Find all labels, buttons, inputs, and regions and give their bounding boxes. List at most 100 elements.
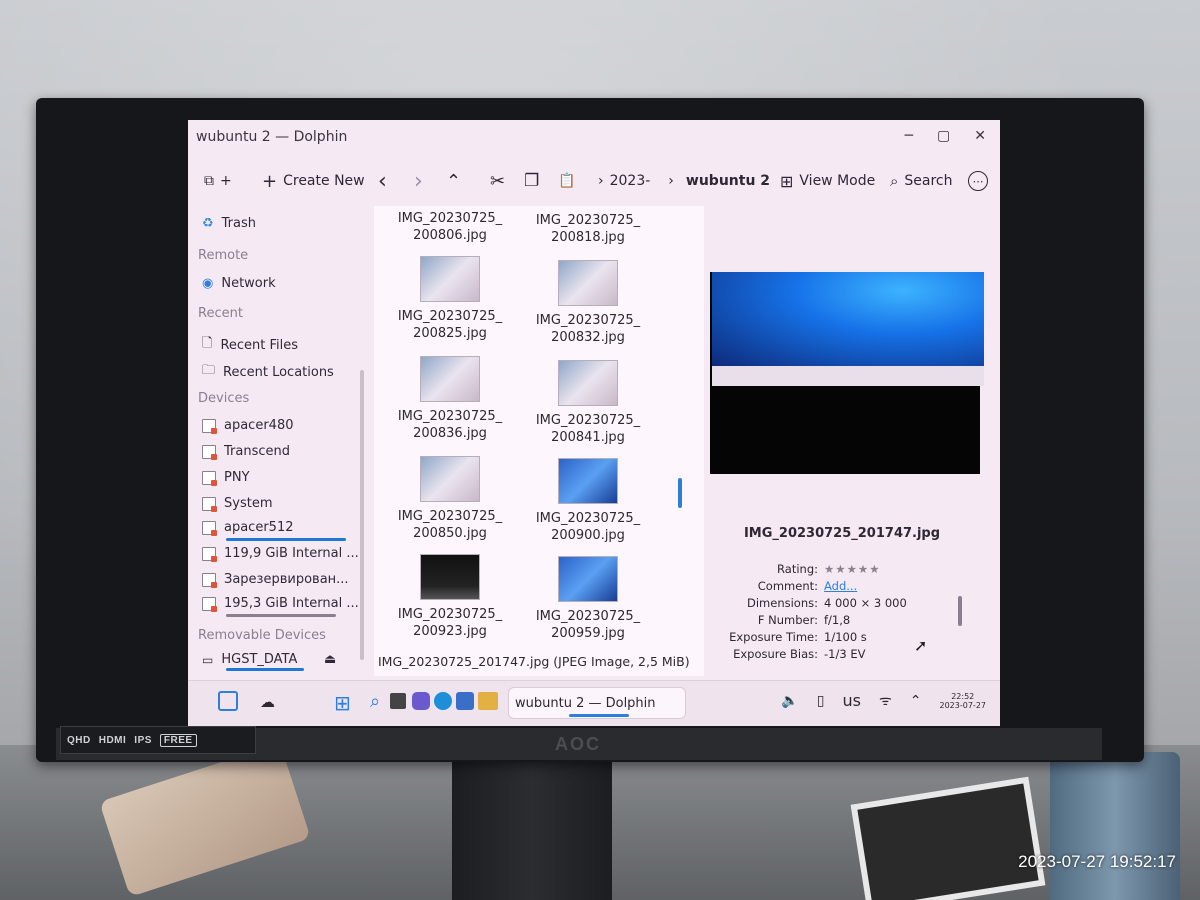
image-preview <box>710 272 984 474</box>
file-name-line2: 200818.jpg <box>551 230 625 245</box>
file-name-line1: IMG_20230725_ <box>397 409 503 424</box>
meta-exposure-time: Exposure Time: 1/100 s <box>704 630 980 644</box>
sidebar-item-label: Зарезервирован... <box>224 572 349 587</box>
sidebar-item-recent-locations[interactable]: 🗀 Recent Locations <box>202 361 334 383</box>
file-item[interactable]: IMG_20230725_ 200841.jpg <box>518 360 658 446</box>
taskbar-window-button[interactable]: wubuntu 2 — Dolphin <box>508 687 686 719</box>
file-name-line1: IMG_20230725_ <box>535 313 641 328</box>
file-item[interactable]: IMG_20230725_ 200850.jpg <box>380 456 520 542</box>
info-panel-scrollbar[interactable] <box>958 596 962 626</box>
eject-icon[interactable]: ⏏ <box>324 652 336 667</box>
volume-icon[interactable]: 🔈 <box>781 693 798 709</box>
sidebar-item-device[interactable]: System <box>202 496 272 512</box>
file-item[interactable]: IMG_20230725_ 200818.jpg <box>518 212 658 246</box>
task-view-icon[interactable] <box>390 693 406 709</box>
badge-hdmi: HDMI <box>98 734 127 746</box>
file-item[interactable]: IMG_20230725_ 200836.jpg <box>380 356 520 442</box>
sidebar-item-device[interactable]: apacer480 <box>202 418 294 434</box>
sidebar-item-label: Recent Locations <box>223 364 334 380</box>
close-button[interactable]: ✕ <box>974 128 986 144</box>
cloud-help-icon[interactable]: ☁ <box>260 693 275 711</box>
sidebar-item-device[interactable]: apacer512 <box>202 520 294 536</box>
paste-button[interactable]: 📋 <box>558 173 575 189</box>
drive-icon <box>202 470 217 486</box>
sidebar-item-label: apacer512 <box>224 520 294 535</box>
meta-value: 4 000 × 3 000 <box>824 596 907 610</box>
sidebar-item-removable[interactable]: ▭ HGST_DATA <box>202 652 297 667</box>
badge-ips: IPS <box>134 734 152 746</box>
grid-icon: ⊞ <box>780 171 794 191</box>
recent-files-icon: 🗋 <box>202 336 213 351</box>
file-item[interactable]: IMG_20230725_ 200923.jpg <box>380 554 520 640</box>
file-item[interactable]: IMG_20230725_ 200900.jpg <box>518 458 658 544</box>
clock[interactable]: 22:52 2023-07-27 <box>940 692 987 710</box>
file-name-line1: IMG_20230725_ <box>535 609 641 624</box>
file-item[interactable]: IMG_20230725_ 200806.jpg <box>380 210 520 244</box>
start-menu-icon[interactable]: ⊞ <box>334 691 351 715</box>
minimize-button[interactable]: ─ <box>905 128 913 144</box>
up-button[interactable]: ⌃ <box>446 171 461 192</box>
monitor-stand <box>452 760 612 900</box>
file-manager-icon[interactable] <box>478 692 498 710</box>
sidebar-item-recent-files[interactable]: 🗋 Recent Files <box>202 334 298 356</box>
wifi-icon[interactable]: ᯤ <box>879 691 892 710</box>
file-item[interactable]: IMG_20230725_ 200959.jpg <box>518 556 658 642</box>
file-name-line1: IMG_20230725_ <box>397 211 503 226</box>
back-button[interactable]: ‹ <box>378 169 387 194</box>
sidebar-item-device[interactable]: Зарезервирован... <box>202 572 349 588</box>
copy-button[interactable]: ❐ <box>524 171 539 191</box>
file-name-line2: 200959.jpg <box>551 626 625 641</box>
photo-timestamp: 2023-07-27 19:52:17 <box>1018 852 1176 871</box>
rating-stars-icon[interactable]: ★★★★★ <box>824 562 980 576</box>
image-thumbnail <box>420 256 480 302</box>
file-name-line1: IMG_20230725_ <box>535 213 641 228</box>
edge-browser-icon[interactable] <box>434 692 452 710</box>
keyboard-layout[interactable]: us <box>842 691 860 710</box>
image-thumbnail <box>420 456 480 502</box>
sidebar-item-device[interactable]: 195,3 GiB Internal ... <box>202 596 359 612</box>
taskbar: ☁ ⊞ ⌕ wubuntu 2 — Dolphin 🔈 ▯ us ᯤ ⌃ 22:… <box>188 680 1000 726</box>
image-thumbnail <box>420 554 480 600</box>
image-thumbnail <box>558 260 618 306</box>
cut-button[interactable]: ✂ <box>490 171 505 192</box>
status-bar: IMG_20230725_201747.jpg (JPEG Image, 2,5… <box>378 654 690 669</box>
usb-icon[interactable]: ▯ <box>817 693 825 709</box>
create-new-button[interactable]: + Create New <box>262 171 365 192</box>
drive-icon <box>202 444 217 460</box>
meta-value: -1/3 EV <box>824 647 866 661</box>
store-app-icon[interactable] <box>456 692 474 710</box>
sidebar-item-device[interactable]: PNY <box>202 470 250 486</box>
capacity-bar <box>226 538 346 541</box>
file-view: IMG_20230725_ 200806.jpg IMG_20230725_ 2… <box>374 206 704 676</box>
breadcrumb-separator-icon: › <box>668 173 674 189</box>
file-name-line1: IMG_20230725_ <box>397 309 503 324</box>
forward-button[interactable]: › <box>414 169 423 194</box>
search-button[interactable]: ⌕ Search <box>890 172 953 190</box>
search-taskbar-icon[interactable]: ⌕ <box>370 691 380 712</box>
sidebar-item-device[interactable]: Transcend <box>202 444 290 460</box>
breadcrumb-separator-icon: › <box>598 173 604 189</box>
tray-expand-icon[interactable]: ⌃ <box>910 693 922 709</box>
sidebar-item-device[interactable]: 119,9 GiB Internal ... <box>202 546 359 562</box>
new-tab-button[interactable]: ⧉ + <box>204 173 232 189</box>
maximize-button[interactable]: ▢ <box>937 128 950 144</box>
meta-label: Exposure Bias: <box>733 647 818 661</box>
chat-app-icon[interactable] <box>412 692 430 710</box>
meta-fnumber: F Number: f/1,8 <box>704 613 980 627</box>
sidebar-item-trash[interactable]: ♻ Trash <box>202 216 256 231</box>
file-view-scrollbar[interactable] <box>678 478 682 508</box>
view-mode-button[interactable]: ⊞ View Mode <box>780 172 875 191</box>
file-item[interactable]: IMG_20230725_ 200832.jpg <box>518 260 658 346</box>
sidebar-item-network[interactable]: ◉ Network <box>202 276 276 291</box>
breadcrumb-parent[interactable]: 2023- <box>610 173 651 189</box>
sidebar-item-label: Recent Files <box>220 337 299 353</box>
sidebar-scrollbar[interactable] <box>360 370 364 660</box>
search-icon: ⌕ <box>890 172 899 190</box>
pen-holder <box>1050 752 1180 900</box>
breadcrumb-current[interactable]: wubuntu 2 <box>686 173 770 189</box>
meta-value: 1/100 s <box>824 630 867 644</box>
panel-toggle-icon[interactable] <box>218 691 238 711</box>
add-comment-link[interactable]: Add... <box>824 579 980 593</box>
more-menu-button[interactable]: ⋯ <box>968 171 988 191</box>
file-item[interactable]: IMG_20230725_ 200825.jpg <box>380 256 520 342</box>
